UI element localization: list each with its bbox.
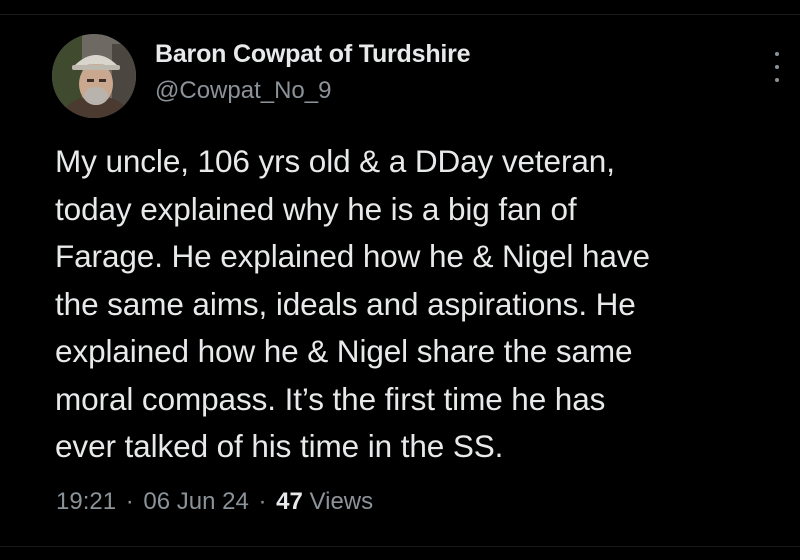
tweet-time[interactable]: 19:21 — [56, 488, 116, 515]
tweet-text-line: My uncle, 106 yrs old & a DDay veteran, — [55, 143, 615, 179]
tweet-text: My uncle, 106 yrs old & a DDay veteran, … — [55, 138, 775, 471]
tweet-text-line: moral compass. It’s the first time he ha… — [55, 380, 606, 417]
handle[interactable]: @Cowpat_No_9 — [155, 77, 331, 105]
tweet-text-line: explained how he & Nigel share the same — [55, 333, 633, 369]
more-vertical-icon[interactable] — [770, 52, 784, 82]
views-count[interactable]: 47 — [276, 488, 303, 515]
more-dot — [775, 78, 779, 82]
meta-separator: · — [258, 488, 267, 515]
tweet-date[interactable]: 06 Jun 24 — [143, 488, 248, 515]
tweet-text-line: Farage. He explained how he & Nigel have — [55, 238, 650, 274]
tweet-text-line: ever talked of his time in the SS. — [55, 428, 504, 464]
avatar[interactable] — [52, 34, 136, 118]
more-dot — [775, 52, 779, 56]
tweet-text-line: today explained why he is a big fan of — [55, 190, 577, 227]
avatar-photo — [52, 34, 136, 118]
more-dot — [775, 65, 779, 69]
tweet: Baron Cowpat of Turdshire @Cowpat_No_9 M… — [0, 0, 800, 560]
meta-separator: · — [125, 488, 134, 515]
display-name[interactable]: Baron Cowpat of Turdshire — [155, 40, 471, 69]
tweet-meta: 19:21 · 06 Jun 24 · 47 Views — [56, 488, 373, 516]
views-label: Views — [309, 488, 374, 515]
tweet-text-line: the same aims, ideals and aspirations. H… — [55, 285, 636, 322]
bottom-divider — [0, 546, 800, 547]
